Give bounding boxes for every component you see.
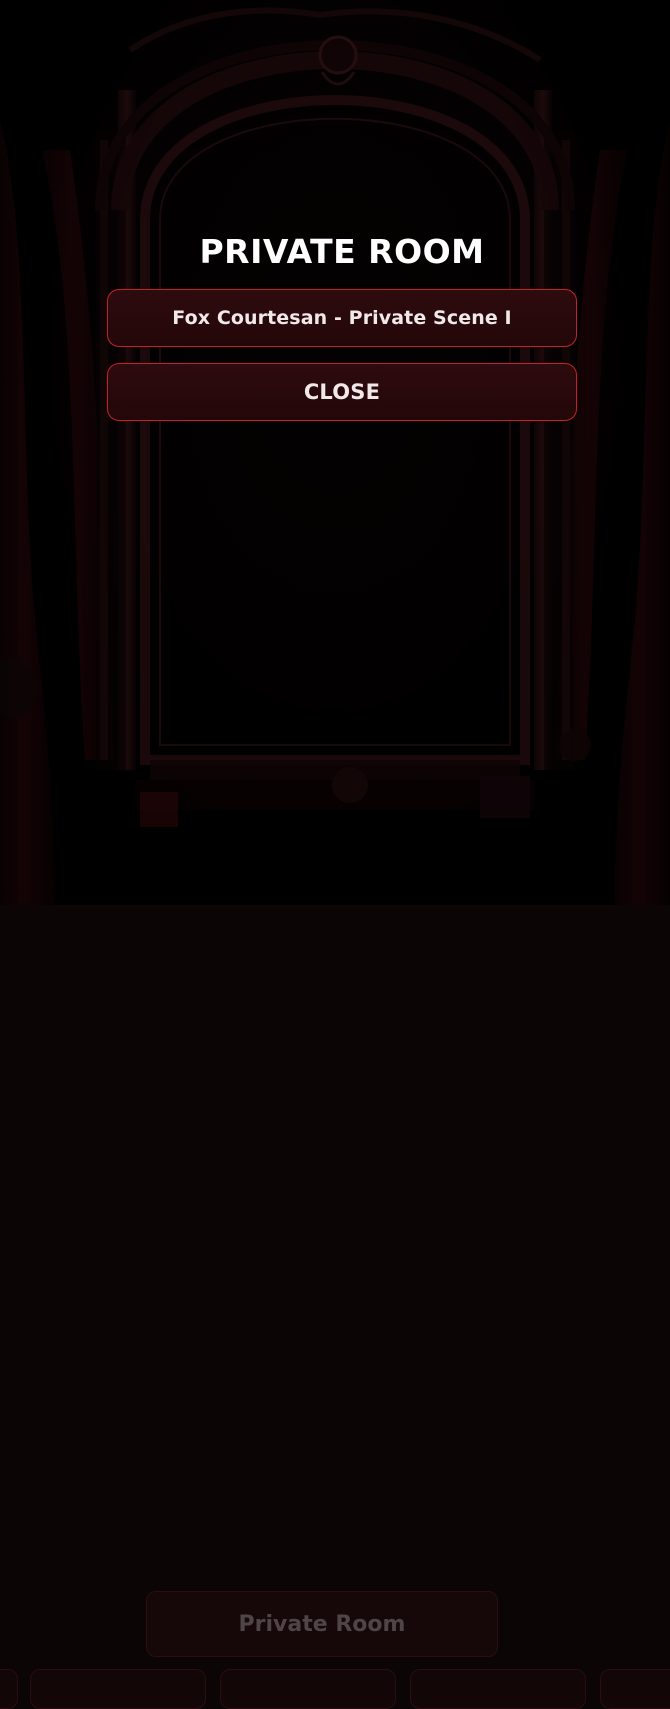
bottom-tab-1[interactable]	[0, 1669, 18, 1709]
bottom-tab-3[interactable]	[220, 1669, 396, 1709]
fox-courtesan-scene-button[interactable]: Fox Courtesan - Private Scene I	[107, 289, 577, 347]
ornate-arch-frame	[0, 0, 670, 905]
scene-button-label: Fox Courtesan - Private Scene I	[172, 307, 512, 329]
private-room-tab-label: Private Room	[238, 1611, 406, 1637]
close-button[interactable]: CLOSE	[107, 363, 577, 421]
private-room-tab[interactable]: Private Room	[146, 1591, 498, 1657]
modal-title: PRIVATE ROOM	[199, 232, 485, 271]
background-scene	[0, 0, 670, 905]
private-room-modal: PRIVATE ROOM Fox Courtesan - Private Sce…	[107, 225, 577, 421]
bottom-tab-4[interactable]	[410, 1669, 586, 1709]
bottom-tab-5[interactable]	[600, 1669, 670, 1709]
bottom-bar: Private Room	[0, 785, 670, 1709]
bottom-tab-2[interactable]	[30, 1669, 206, 1709]
close-button-label: CLOSE	[303, 380, 381, 404]
